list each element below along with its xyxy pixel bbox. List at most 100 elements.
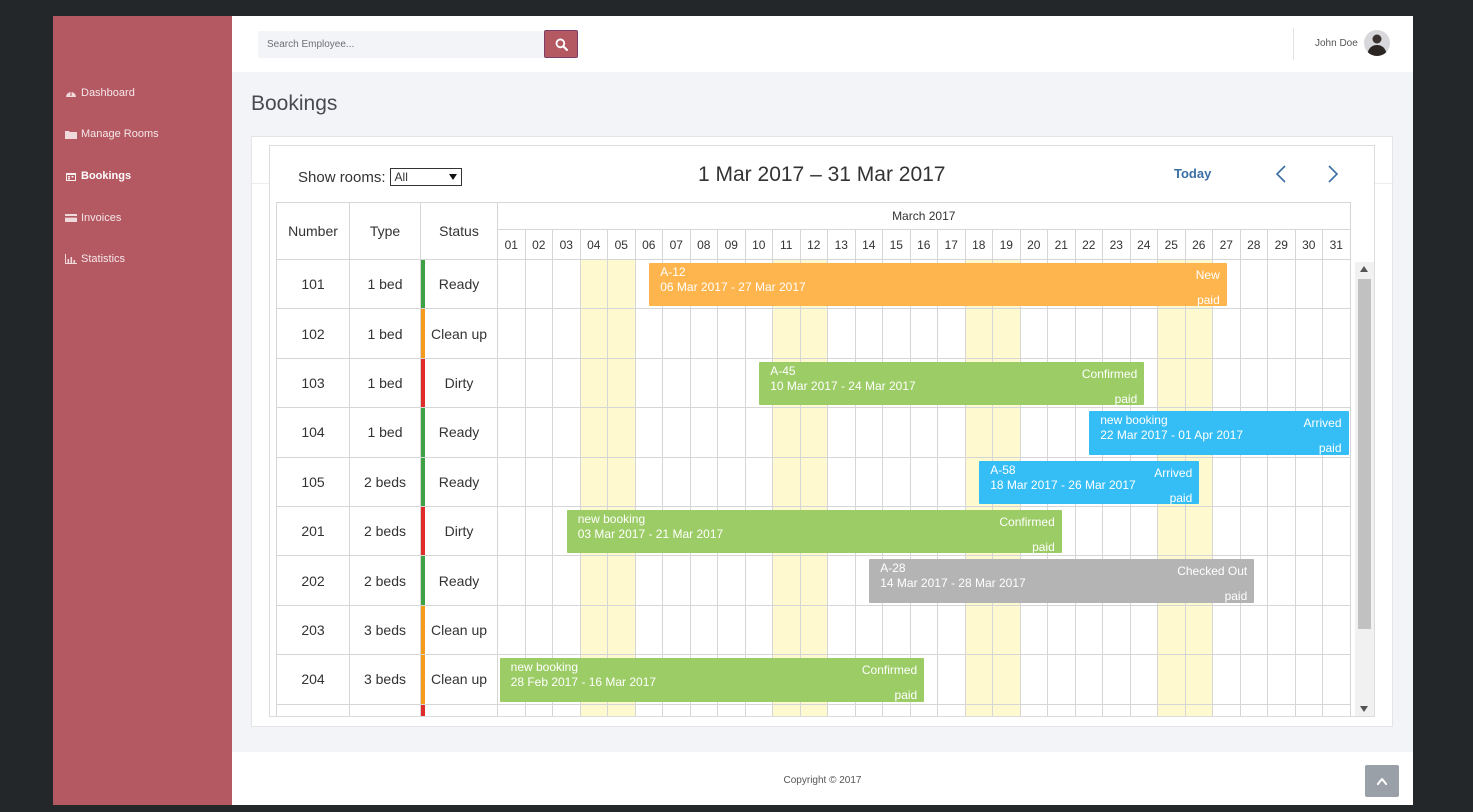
day-cell[interactable] — [690, 556, 718, 606]
day-cell[interactable] — [690, 408, 718, 458]
day-cell[interactable] — [1268, 556, 1296, 606]
day-cell[interactable] — [1158, 704, 1186, 716]
day-cell[interactable] — [1185, 655, 1213, 705]
day-cell[interactable] — [1295, 704, 1323, 716]
day-cell[interactable] — [1323, 309, 1351, 359]
day-cell[interactable] — [1075, 507, 1103, 557]
day-cell[interactable] — [718, 605, 746, 656]
day-cell[interactable] — [883, 605, 911, 656]
day-cell[interactable] — [828, 605, 856, 656]
day-cell[interactable] — [1048, 408, 1076, 458]
day-cell[interactable] — [1213, 358, 1241, 409]
day-cell[interactable] — [938, 408, 966, 458]
day-cell[interactable] — [1240, 655, 1268, 705]
day-cell[interactable] — [1213, 655, 1241, 705]
day-cell[interactable] — [1323, 556, 1351, 606]
day-cell[interactable] — [1295, 507, 1323, 557]
day-cell[interactable] — [718, 457, 746, 507]
day-cell[interactable] — [938, 605, 966, 656]
day-cell[interactable] — [965, 408, 993, 458]
day-cell[interactable] — [1323, 507, 1351, 557]
day-cell[interactable] — [498, 457, 526, 507]
booking-bar[interactable]: A-58 18 Mar 2017 - 26 Mar 2017 Arrived paid — [979, 460, 1200, 505]
day-cell[interactable] — [1130, 507, 1158, 557]
day-cell[interactable] — [800, 556, 828, 606]
day-cell[interactable] — [1213, 457, 1241, 507]
day-cell[interactable] — [635, 358, 663, 409]
day-cell[interactable] — [1295, 358, 1323, 409]
booking-bar[interactable]: A-12 06 Mar 2017 - 27 Mar 2017 New paid — [649, 263, 1227, 307]
day-cell[interactable] — [525, 507, 553, 557]
booking-bar[interactable]: new booking 03 Mar 2017 - 21 Mar 2017 Conf… — [566, 510, 1062, 554]
day-cell[interactable] — [1103, 605, 1131, 656]
day-cell[interactable] — [1295, 556, 1323, 606]
day-cell[interactable] — [608, 457, 636, 507]
day-cell[interactable] — [580, 605, 608, 656]
day-cell[interactable] — [580, 704, 608, 716]
room-select[interactable]: All — [389, 168, 462, 186]
day-cell[interactable] — [1240, 605, 1268, 656]
day-cell[interactable] — [1075, 655, 1103, 705]
day-cell[interactable] — [663, 408, 691, 458]
day-cell[interactable] — [608, 605, 636, 656]
day-cell[interactable] — [525, 260, 553, 310]
scroll-up-icon[interactable] — [1360, 266, 1368, 272]
day-cell[interactable] — [553, 309, 581, 359]
day-cell[interactable] — [1323, 655, 1351, 705]
day-cell[interactable] — [1048, 704, 1076, 716]
day-cell[interactable] — [525, 358, 553, 409]
scrollbar-thumb[interactable] — [1358, 279, 1371, 629]
day-cell[interactable] — [855, 309, 883, 359]
day-cell[interactable] — [773, 309, 801, 359]
day-cell[interactable] — [1185, 358, 1213, 409]
day-cell[interactable] — [608, 704, 636, 716]
day-cell[interactable] — [1103, 309, 1131, 359]
booking-bar[interactable]: A-45 10 Mar 2017 - 24 Mar 2017 Confirmed pa… — [759, 361, 1145, 406]
day-cell[interactable] — [1075, 605, 1103, 656]
day-cell[interactable] — [553, 704, 581, 716]
day-cell[interactable] — [1020, 408, 1048, 458]
day-cell[interactable] — [1240, 309, 1268, 359]
booking-bar[interactable]: new booking 28 Feb 2017 - 16 Mar 2017 Conf… — [499, 658, 925, 702]
day-cell[interactable] — [910, 457, 938, 507]
day-cell[interactable] — [1103, 704, 1131, 716]
day-cell[interactable] — [800, 605, 828, 656]
day-cell[interactable] — [608, 309, 636, 359]
day-cell[interactable] — [525, 605, 553, 656]
day-cell[interactable] — [1295, 605, 1323, 656]
day-cell[interactable] — [910, 704, 938, 716]
sidebar-item-statistics[interactable]: Statistics — [65, 253, 125, 265]
day-cell[interactable] — [745, 605, 773, 656]
day-cell[interactable] — [883, 457, 911, 507]
day-cell[interactable] — [663, 358, 691, 409]
prev-button[interactable] — [1273, 164, 1291, 184]
avatar[interactable] — [1364, 30, 1390, 56]
day-cell[interactable] — [1268, 605, 1296, 656]
day-cell[interactable] — [1213, 605, 1241, 656]
day-cell[interactable] — [635, 556, 663, 606]
day-cell[interactable] — [718, 704, 746, 716]
day-cell[interactable] — [663, 704, 691, 716]
day-cell[interactable] — [553, 260, 581, 310]
day-cell[interactable] — [498, 309, 526, 359]
day-cell[interactable] — [1075, 309, 1103, 359]
day-cell[interactable] — [800, 704, 828, 716]
vertical-scrollbar[interactable] — [1355, 262, 1374, 716]
day-cell[interactable] — [745, 704, 773, 716]
day-cell[interactable] — [498, 358, 526, 409]
day-cell[interactable] — [1130, 655, 1158, 705]
day-cell[interactable] — [553, 556, 581, 606]
day-cell[interactable] — [1103, 655, 1131, 705]
day-cell[interactable] — [773, 605, 801, 656]
day-cell[interactable] — [1268, 704, 1296, 716]
day-cell[interactable] — [525, 457, 553, 507]
day-cell[interactable] — [690, 704, 718, 716]
day-cell[interactable] — [1103, 507, 1131, 557]
day-cell[interactable] — [1295, 309, 1323, 359]
day-cell[interactable] — [1268, 457, 1296, 507]
day-cell[interactable] — [1020, 655, 1048, 705]
day-cell[interactable] — [525, 309, 553, 359]
day-cell[interactable] — [1295, 457, 1323, 507]
day-cell[interactable] — [828, 457, 856, 507]
day-cell[interactable] — [1295, 260, 1323, 310]
